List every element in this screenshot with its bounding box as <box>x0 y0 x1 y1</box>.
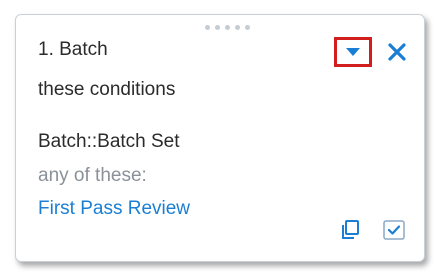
drag-handle-icon[interactable] <box>205 25 255 31</box>
close-button[interactable] <box>384 39 410 65</box>
condition-operator: any of these: <box>38 165 147 186</box>
dropdown-button[interactable] <box>334 37 372 67</box>
condition-title: 1. Batch <box>38 39 108 60</box>
condition-value-link[interactable]: First Pass Review <box>38 198 190 220</box>
copy-button[interactable] <box>337 217 363 243</box>
confirm-button[interactable] <box>380 217 408 243</box>
condition-field: Batch::Batch Set <box>38 131 180 152</box>
close-icon <box>388 43 406 61</box>
checkbox-check-icon <box>383 220 405 240</box>
condition-subtitle: these conditions <box>38 79 176 100</box>
caret-down-icon <box>346 48 360 56</box>
copy-icon <box>342 220 359 239</box>
condition-card: 1. Batch these conditions Batch::Batch S… <box>15 14 425 262</box>
